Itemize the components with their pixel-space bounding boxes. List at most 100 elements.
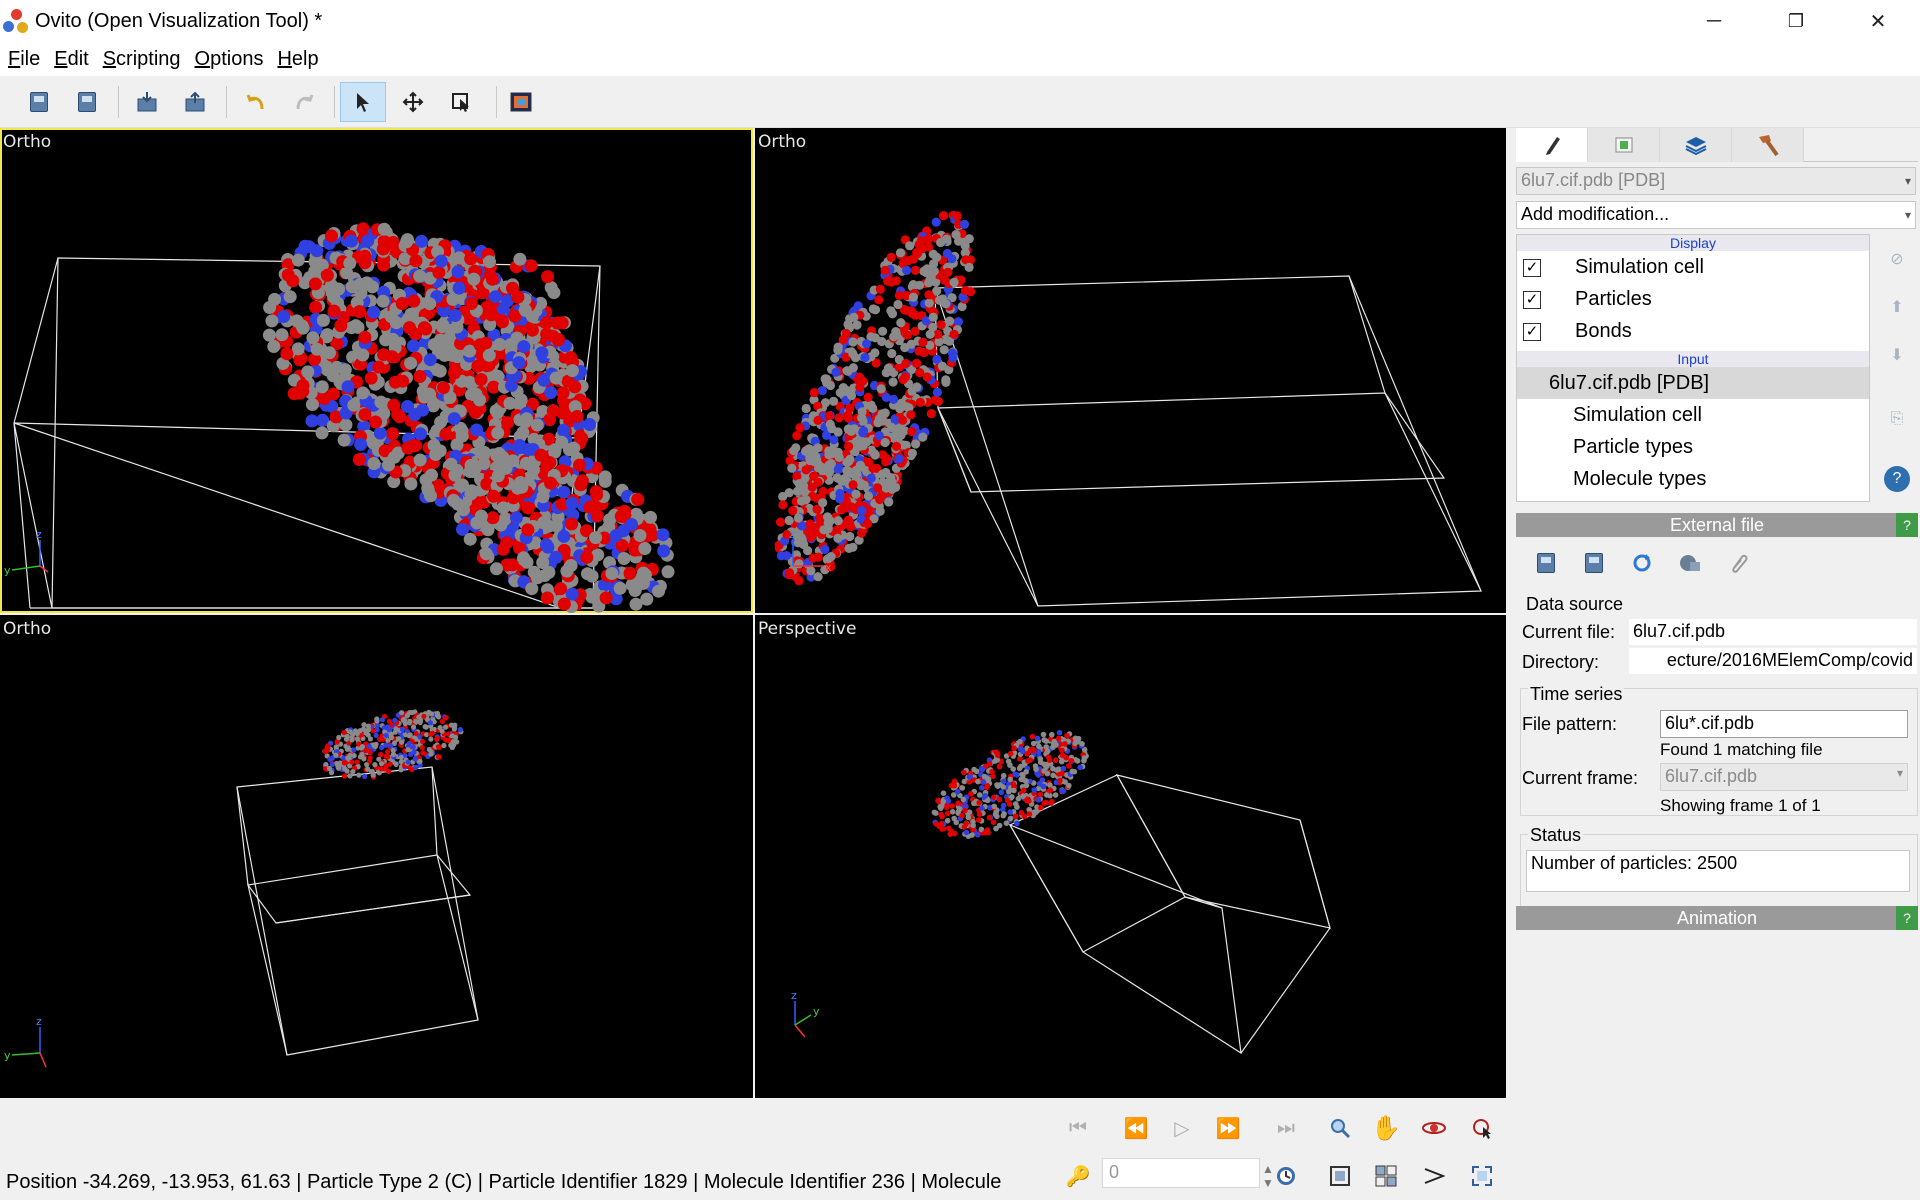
atom [358,330,372,344]
orbit-button[interactable] [1414,1108,1454,1148]
atom [361,756,367,762]
minimize-button[interactable]: ─ [1674,0,1754,42]
viewport-caption[interactable]: Ortho [3,132,51,152]
pipeline-item-simulation-cell-display[interactable]: ✓ Simulation cell [1517,251,1869,283]
render-button[interactable] [498,82,544,122]
update-remote-icon [1680,555,1700,571]
import-button[interactable] [124,82,170,122]
load-file-button[interactable] [16,82,62,122]
rollout-help-button[interactable]: ? [1896,906,1918,930]
menu-file[interactable]: File [2,48,46,71]
pipeline-item-molecule-types[interactable]: Molecule types [1517,463,1869,495]
viewport-caption[interactable]: Ortho [758,132,806,152]
menu-scripting[interactable]: Scripting [97,48,187,71]
visibility-checkbox[interactable]: ✓ [1523,323,1541,341]
atom [1040,731,1047,738]
atom [329,761,335,767]
atom [400,235,414,249]
atom [387,761,393,767]
close-button[interactable]: ✕ [1838,0,1918,42]
viewport-caption[interactable]: Ortho [3,619,51,639]
status-text-box: Number of particles: 2500 [1526,850,1910,892]
pan-button[interactable]: ✋ [1366,1108,1406,1148]
make-independent-button[interactable]: ⎘ [1884,406,1910,432]
selection-mode-button[interactable] [340,82,386,122]
pipeline-item-particle-types[interactable]: Particle types [1517,431,1869,463]
atom [996,822,1003,829]
atom [367,305,381,319]
next-frame-button[interactable]: ⏩ [1208,1108,1248,1148]
atom [301,365,315,379]
viewport-top-right[interactable]: z x Ortho [755,128,1506,613]
move-mode-button[interactable] [390,82,436,122]
atom [998,789,1005,796]
export-icon [185,91,205,112]
tab-modify[interactable] [1516,128,1588,162]
prev-frame-button[interactable]: ⏪ [1116,1108,1156,1148]
viewport-top-left[interactable]: z y Ortho [0,128,753,613]
menu-edit[interactable]: Edit [48,48,94,71]
atom [849,424,859,434]
pipeline-item-particles-display[interactable]: ✓ Particles [1517,283,1869,315]
move-up-button[interactable]: ⬆ [1884,294,1910,320]
pipeline-item-input-source[interactable]: 6lu7.cif.pdb [PDB] [1517,367,1869,399]
atom [364,371,378,385]
rollout-help-button[interactable]: ? [1896,513,1918,537]
restore-button[interactable]: ❐ [1756,0,1836,42]
atom [447,412,461,426]
goto-start-button[interactable]: ⏮ [1058,1108,1098,1148]
atom [656,528,670,542]
atom [1036,743,1042,750]
atom [1011,787,1017,794]
atom [428,736,434,742]
atom [333,752,339,758]
update-remote-button[interactable] [1672,548,1708,578]
atom [633,529,647,542]
atom [806,532,816,543]
viewport-caption[interactable]: Perspective [758,619,856,639]
undo-button[interactable] [232,82,278,122]
file-pattern-input[interactable]: 6lu*.cif.pdb [1660,710,1908,738]
viewport-bottom-left[interactable]: z y Ortho [0,615,753,1098]
pipeline-selector[interactable]: 6lu7.cif.pdb [PDB] ▾ [1516,167,1916,195]
menu-options[interactable]: Options [189,48,270,71]
viewport-bottom-right[interactable]: z y Perspective [755,615,1506,1098]
tab-render[interactable] [1588,128,1660,162]
goto-end-button[interactable]: ⏭ [1266,1108,1306,1148]
disable-modifier-button[interactable]: ⊘ [1884,246,1910,272]
export-button[interactable] [172,82,218,122]
atom [851,353,861,363]
animation-rollout-header[interactable]: Animation ? [1516,906,1918,930]
play-button[interactable]: ▷ [1162,1108,1202,1148]
atom [413,453,427,467]
atom [512,356,526,370]
menu-help[interactable]: Help [271,48,324,71]
external-file-rollout-header[interactable]: External file ? [1516,513,1918,537]
move-down-button[interactable]: ⬇ [1884,342,1910,368]
visibility-checkbox[interactable]: ✓ [1523,291,1541,309]
pipeline-help-button[interactable]: ? [1884,466,1910,492]
tab-utilities[interactable] [1732,128,1804,162]
pick-orbit-center-button[interactable] [1462,1108,1502,1148]
redo-button[interactable] [282,82,328,122]
visibility-checkbox[interactable]: ✓ [1523,259,1541,277]
atom [891,441,902,451]
atom [428,749,434,755]
zoom-button[interactable] [1320,1108,1360,1148]
axis-tripod: z y [4,1015,47,1068]
pipeline-item-bonds-display[interactable]: ✓ Bonds [1517,315,1869,347]
tab-overlays[interactable] [1660,128,1732,162]
pipeline-item-simulation-cell[interactable]: Simulation cell [1517,399,1869,431]
pick-remote-file-button[interactable] [1576,548,1612,578]
move-mode-icon [402,91,424,113]
attach-button[interactable] [1720,548,1756,578]
atom [388,375,402,389]
current-frame-select[interactable]: 6lu7.cif.pdb ▾ [1660,763,1908,791]
reload-file-button[interactable] [1624,548,1660,578]
atom [359,277,373,291]
save-session-button[interactable] [64,82,110,122]
add-modification-dropdown[interactable]: Add modification... ▾ [1516,201,1916,229]
atom [433,364,447,378]
pick-local-file-button[interactable] [1528,548,1564,578]
pick-mode-button[interactable] [438,82,484,122]
